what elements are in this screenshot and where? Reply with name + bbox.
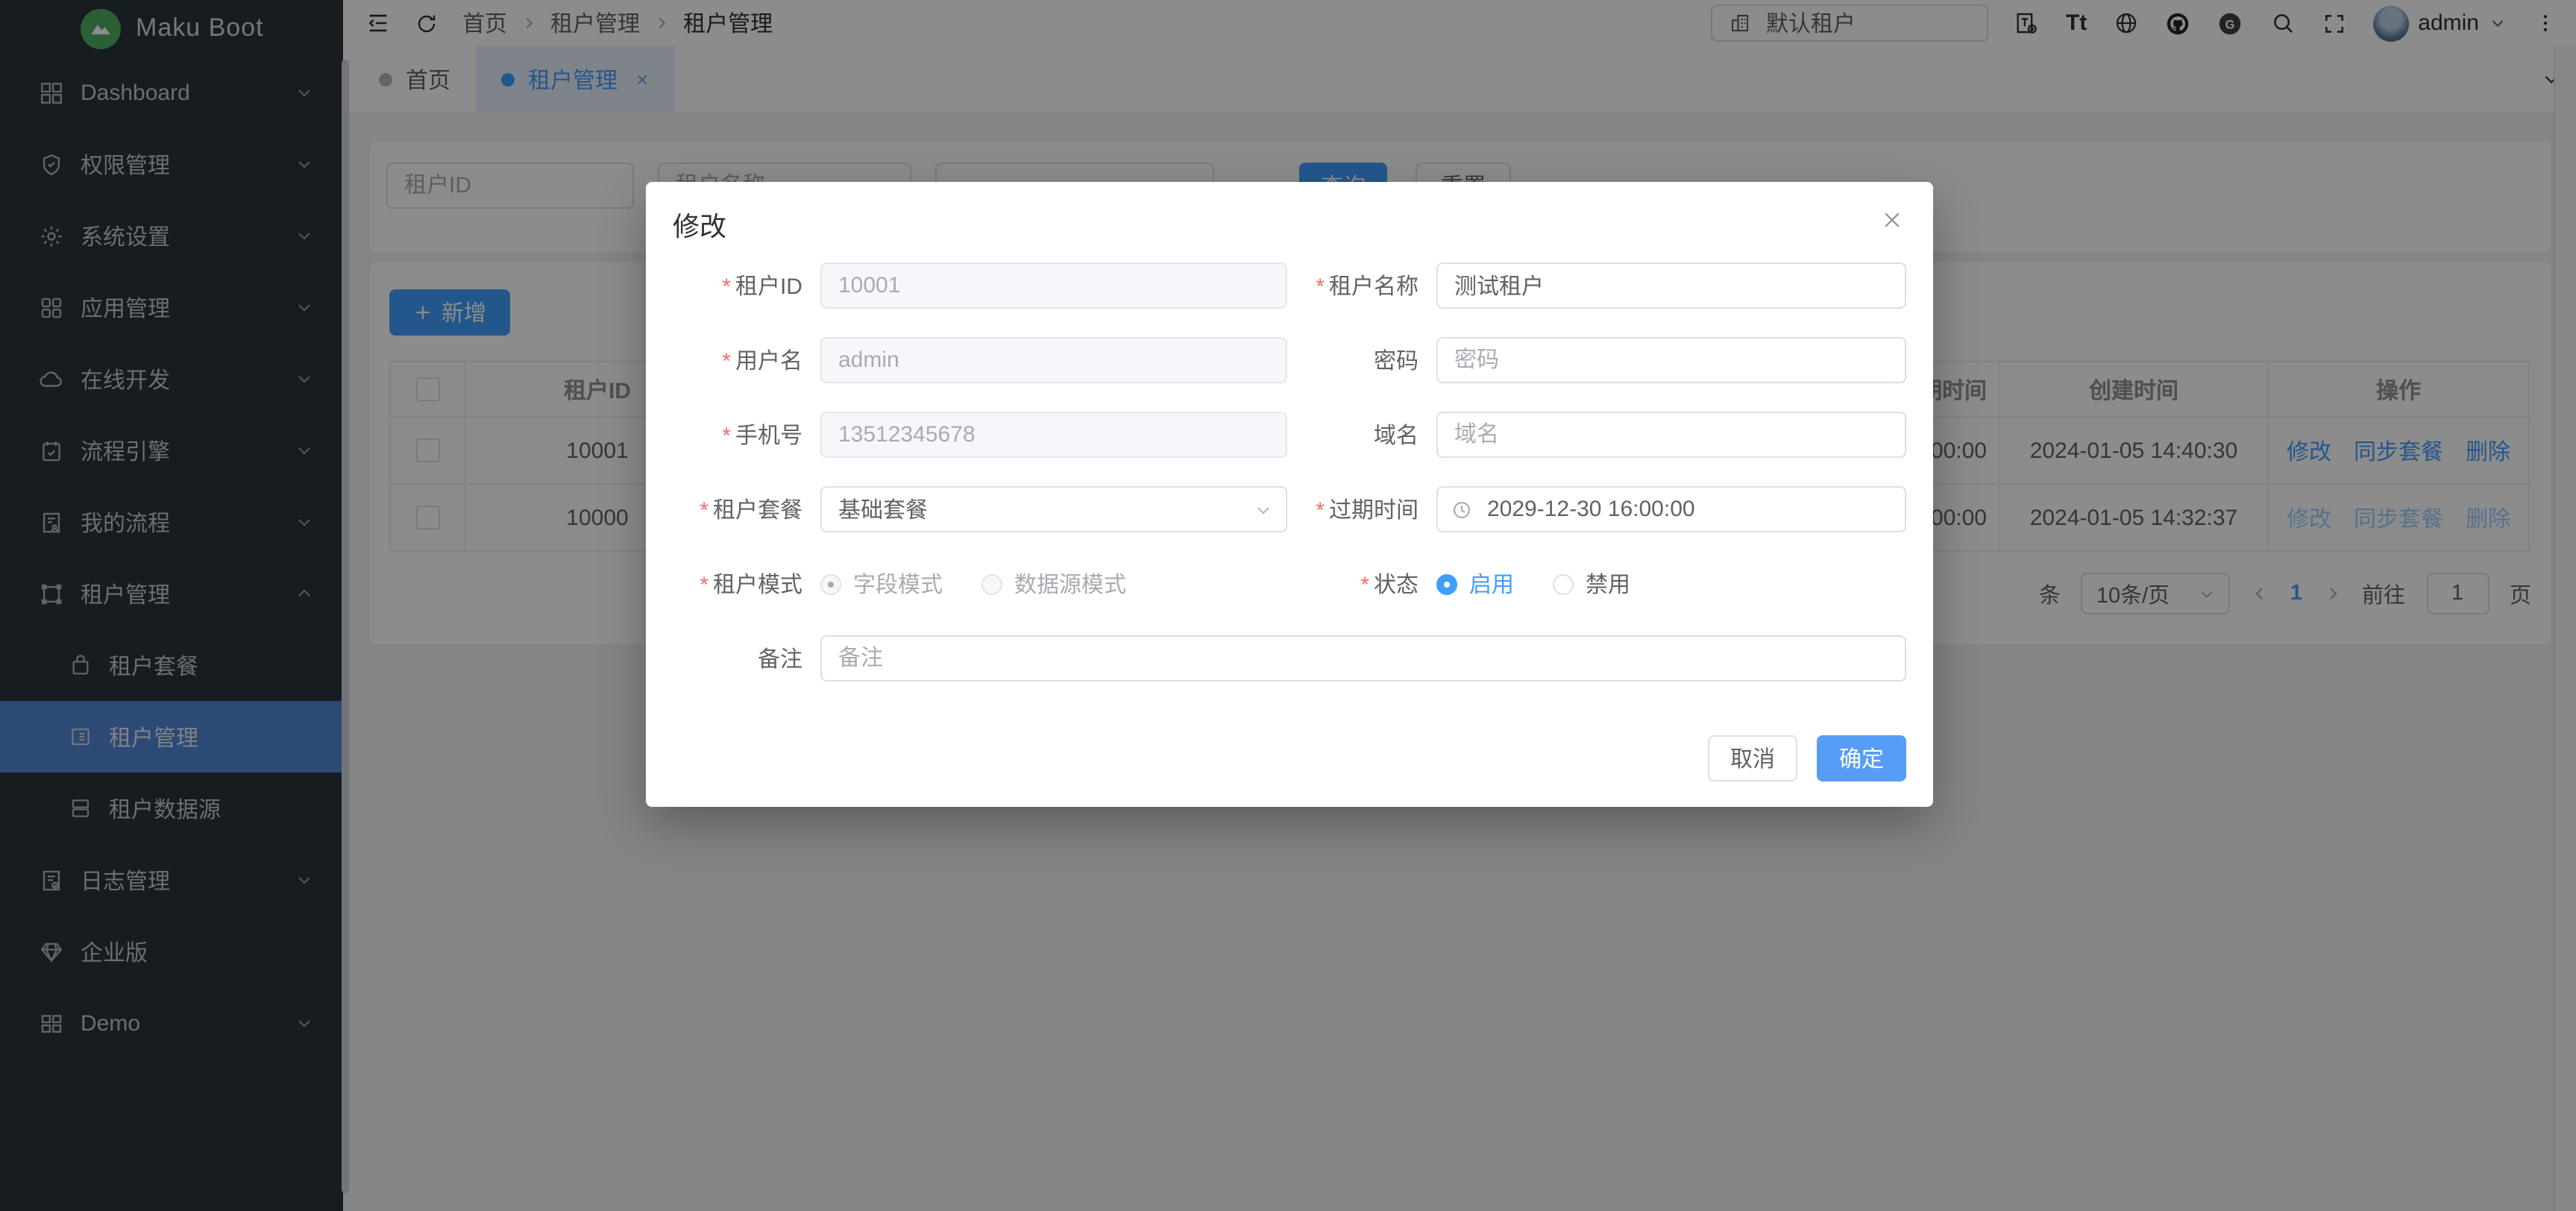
field-label-password: 密码	[1287, 345, 1436, 376]
dialog-title: 修改	[646, 182, 1933, 262]
radio-label: 禁用	[1586, 568, 1630, 600]
radio-disabled[interactable]: 禁用	[1553, 568, 1630, 600]
mobile-input	[820, 412, 1287, 458]
field-label-remark: 备注	[673, 643, 820, 674]
radio-dot-icon	[820, 573, 841, 594]
field-label-mode: *租户模式	[673, 568, 820, 600]
radio-field-mode: 字段模式	[820, 568, 943, 600]
edit-tenant-dialog: 修改 *租户ID *租户名称	[646, 182, 1933, 807]
radio-enabled[interactable]: 启用	[1436, 568, 1514, 600]
radio-dot-icon	[1436, 573, 1457, 594]
package-select-value[interactable]	[820, 486, 1287, 532]
package-select[interactable]	[820, 486, 1287, 532]
radio-datasource-mode: 数据源模式	[981, 568, 1126, 600]
confirm-button[interactable]: 确定	[1817, 735, 1906, 781]
confirm-button-label: 确定	[1839, 743, 1884, 774]
field-label-status: *状态	[1287, 568, 1436, 600]
tenant-id-input	[820, 262, 1287, 309]
password-input[interactable]	[1436, 337, 1906, 383]
field-label-domain: 域名	[1287, 419, 1436, 450]
app-root: Maku Boot Dashboard 权限管理	[0, 0, 2576, 1211]
field-label-expire: *过期时间	[1287, 494, 1436, 525]
radio-dot-icon	[1553, 573, 1574, 594]
tenant-name-input[interactable]	[1436, 262, 1906, 309]
close-icon[interactable]	[1881, 209, 1903, 231]
status-radio-group: 启用 禁用	[1436, 568, 1630, 600]
field-label-tenant-id: *租户ID	[673, 270, 820, 301]
tenant-mode-radio-group: 字段模式 数据源模式	[820, 568, 1287, 600]
radio-label: 字段模式	[853, 568, 943, 600]
field-label-mobile: *手机号	[673, 419, 820, 450]
remark-input[interactable]	[820, 635, 1906, 682]
radio-dot-icon	[981, 573, 1002, 594]
expire-date-picker[interactable]	[1436, 486, 1906, 532]
field-label-username: *用户名	[673, 345, 820, 376]
field-label-tenant-name: *租户名称	[1287, 270, 1436, 301]
username-input	[820, 337, 1287, 383]
radio-label: 启用	[1469, 568, 1514, 600]
domain-input[interactable]	[1436, 412, 1906, 458]
radio-label: 数据源模式	[1014, 568, 1126, 600]
field-label-package: *租户套餐	[673, 494, 820, 525]
expire-date-input[interactable]	[1436, 486, 1906, 532]
cancel-button-label: 取消	[1730, 743, 1775, 774]
cancel-button[interactable]: 取消	[1708, 735, 1797, 781]
